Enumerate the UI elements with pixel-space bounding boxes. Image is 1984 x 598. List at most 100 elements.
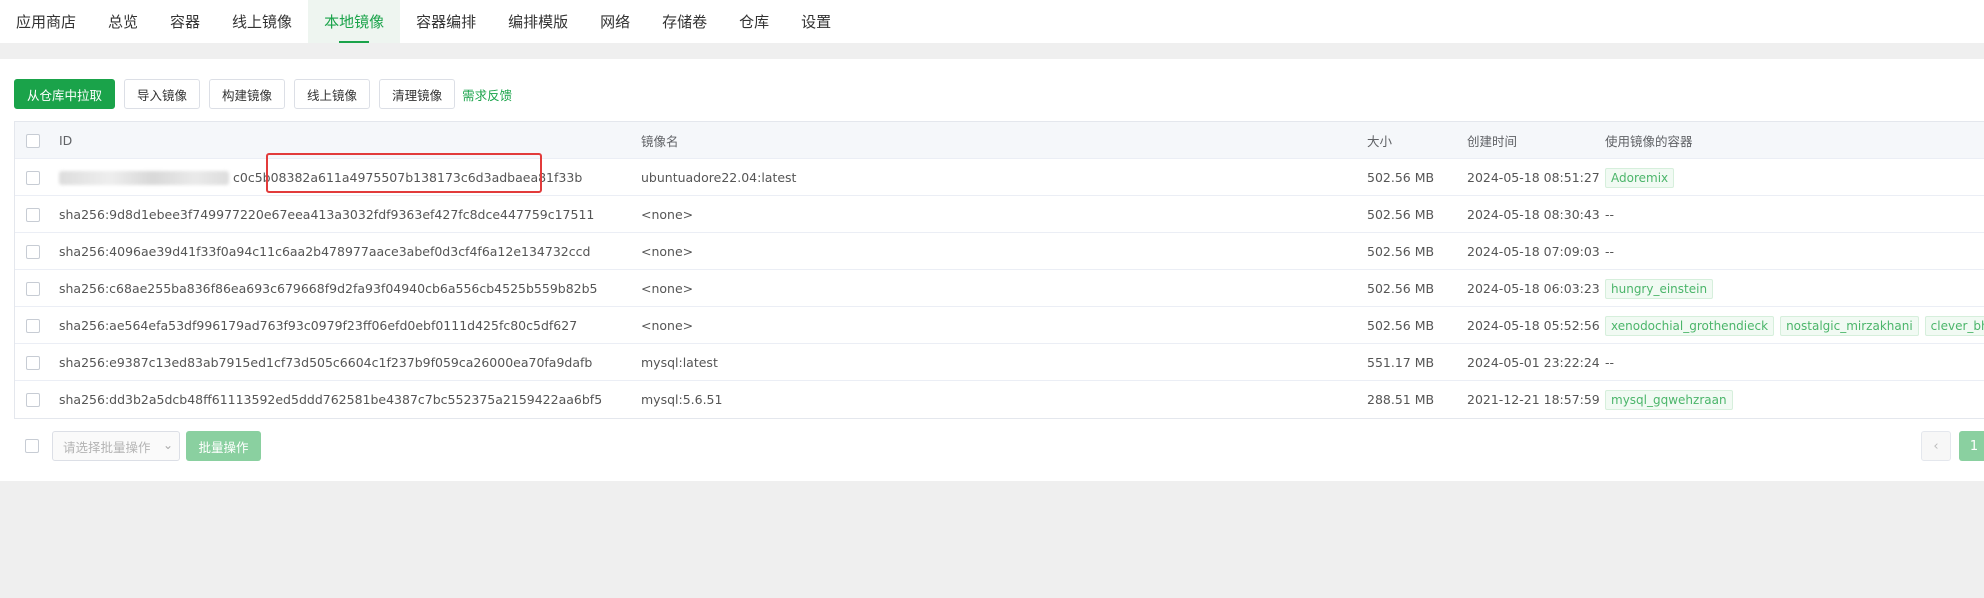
container-tag[interactable]: clever_bhaskara [1924, 315, 1984, 336]
top-nav: 应用商店 总览 容器 线上镜像 本地镜像 容器编排 编排模版 网络 存储卷 仓库 设置 [0, 0, 1984, 43]
image-name: ubuntuadore22.04:latest [641, 170, 797, 185]
image-containers: xenodochial_grothendieck nostalgic_mirzak… [1605, 307, 1984, 344]
tab-10[interactable]: 设置 [785, 0, 847, 43]
image-containers: hungry_einstein [1605, 270, 1714, 307]
batch-action-button[interactable]: 批量操作 [186, 431, 261, 461]
image-containers: -- [1605, 344, 1614, 381]
row-checkbox[interactable] [26, 207, 40, 222]
image-containers: -- [1605, 196, 1614, 233]
batch-action-select[interactable]: 请选择批量操作 ⌄ [52, 431, 180, 461]
image-id: sha256:dd3b2a5dcb48ff61113592ed5ddd76258… [59, 381, 602, 418]
page-1-button[interactable]: 1 [1959, 431, 1984, 461]
image-size: 551.17 MB [1367, 355, 1435, 370]
image-id: sha256:c68ae255ba836f86ea693c679668f9d2f… [59, 270, 598, 307]
chevron-down-icon: ⌄ [162, 438, 173, 452]
batch-action-placeholder: 请选择批量操作 [63, 439, 151, 455]
row-checkbox[interactable] [26, 355, 40, 370]
image-created: 2024-05-18 05:52:56 [1467, 318, 1600, 333]
table-row: sha256:dd3b2a5dcb48ff61113592ed5ddd76258… [15, 381, 1984, 418]
no-container-text: -- [1605, 355, 1615, 370]
image-size: 288.51 MB [1367, 392, 1435, 407]
table-row: sha256:4096ae39d41f33f0a94c11c6aa2b47897… [15, 233, 1984, 270]
row-checkbox[interactable] [26, 170, 40, 185]
tab-7[interactable]: 网络 [584, 0, 646, 43]
build-image-button[interactable]: 构建镜像 [209, 79, 286, 109]
table-row: sha256:ae564efa53df996179ad763f93c0979f2… [15, 307, 1984, 344]
image-created: 2024-05-18 08:51:27 [1467, 170, 1600, 185]
image-id-text: sha256:e9387c13ed83ab7915ed1cf73d505c660… [59, 355, 593, 370]
image-size: 502.56 MB [1367, 207, 1435, 222]
clean-images-button[interactable]: 清理镜像 [379, 79, 456, 109]
tab-8[interactable]: 存储卷 [646, 0, 723, 43]
image-id: sha256:9d8d1ebee3f749977220e67eea413a303… [59, 196, 594, 233]
image-size: 502.56 MB [1367, 318, 1435, 333]
tab-0[interactable]: 应用商店 [0, 0, 92, 43]
image-name: mysql:5.6.51 [641, 392, 723, 407]
image-containers: mysql_gqwehzraan [1605, 381, 1733, 418]
pull-from-registry-button[interactable]: 从仓库中拉取 [14, 79, 116, 109]
online-image-button[interactable]: 线上镜像 [294, 79, 371, 109]
toolbar: 从仓库中拉取 导入镜像 构建镜像 线上镜像 清理镜像 需求反馈 [14, 79, 512, 109]
tab-3[interactable]: 线上镜像 [216, 0, 308, 43]
image-name: <none> [641, 281, 694, 296]
table-row: sha256:9d8d1ebee3f749977220e67eea413a303… [15, 196, 1984, 233]
no-container-text: -- [1605, 207, 1615, 222]
image-id-text: sha256:9d8d1ebee3f749977220e67eea413a303… [59, 207, 595, 222]
tab-6[interactable]: 编排模版 [492, 0, 584, 43]
chevron-left-icon[interactable]: ‹ [1921, 431, 1951, 461]
image-containers: -- [1605, 233, 1614, 270]
image-id: sha256:e9387c13ed83ab7915ed1cf73d505c660… [59, 344, 592, 381]
header-containers: 使用镜像的容器 [1605, 134, 1693, 149]
image-created: 2024-05-18 06:03:23 [1467, 281, 1600, 296]
image-size: 502.56 MB [1367, 281, 1435, 296]
image-name: <none> [641, 318, 694, 333]
image-created: 2024-05-18 08:30:43 [1467, 207, 1600, 222]
row-checkbox[interactable] [26, 244, 40, 259]
header-size: 大小 [1367, 134, 1393, 149]
header-id: ID [59, 133, 73, 148]
table-row: sha256:c68ae255ba836f86ea693c679668f9d2f… [15, 270, 1984, 307]
header-name: 镜像名 [641, 134, 679, 149]
images-table: ID 镜像名 大小 创建时间 使用镜像的容器 c0c5b08382a611a49… [14, 121, 1984, 419]
container-tag[interactable]: hungry_einstein [1605, 278, 1714, 299]
tab-5[interactable]: 容器编排 [400, 0, 492, 43]
row-checkbox[interactable] [26, 281, 40, 296]
image-name: mysql:latest [641, 355, 718, 370]
redacted-mask [59, 170, 229, 185]
tab-1[interactable]: 总览 [92, 0, 154, 43]
row-checkbox[interactable] [26, 318, 40, 333]
table-row: c0c5b08382a611a4975507b138173c6d3adbaea8… [15, 159, 1984, 196]
image-name: <none> [641, 207, 694, 222]
image-created: 2024-05-18 07:09:03 [1467, 244, 1600, 259]
no-container-text: -- [1605, 244, 1615, 259]
select-all-checkbox[interactable] [26, 133, 40, 148]
tab-9[interactable]: 仓库 [723, 0, 785, 43]
image-created: 2021-12-21 18:57:59 [1467, 392, 1600, 407]
tab-2[interactable]: 容器 [154, 0, 216, 43]
image-id-text: sha256:c68ae255ba836f86ea693c679668f9d2f… [59, 281, 598, 296]
tab-4[interactable]: 本地镜像 [308, 0, 401, 43]
container-tag[interactable]: Adoremix [1605, 167, 1675, 188]
import-image-button[interactable]: 导入镜像 [124, 79, 201, 109]
image-id-text: sha256:dd3b2a5dcb48ff61113592ed5ddd76258… [59, 392, 603, 407]
table-header: ID 镜像名 大小 创建时间 使用镜像的容器 [15, 122, 1984, 159]
container-tag[interactable]: mysql_gqwehzraan [1605, 389, 1733, 410]
header-created: 创建时间 [1467, 134, 1518, 149]
image-size: 502.56 MB [1367, 244, 1435, 259]
image-id-text: c0c5b08382a611a4975507b138173c6d3adbaea8… [233, 170, 583, 185]
image-created: 2024-05-01 23:22:24 [1467, 355, 1600, 370]
image-id-text: sha256:ae564efa53df996179ad763f93c0979f2… [59, 318, 578, 333]
table-row: sha256:e9387c13ed83ab7915ed1cf73d505c660… [15, 344, 1984, 381]
image-size: 502.56 MB [1367, 170, 1435, 185]
row-checkbox[interactable] [26, 392, 40, 407]
image-id: sha256:ae564efa53df996179ad763f93c0979f2… [59, 307, 577, 344]
main-panel: 从仓库中拉取 导入镜像 构建镜像 线上镜像 清理镜像 需求反馈 ID 镜像名 大… [0, 59, 1984, 481]
footer-select-all-checkbox[interactable] [25, 439, 39, 453]
container-tag[interactable]: nostalgic_mirzakhani [1780, 315, 1919, 336]
image-id: c0c5b08382a611a4975507b138173c6d3adbaea8… [59, 159, 582, 196]
image-id-text: sha256:4096ae39d41f33f0a94c11c6aa2b47897… [59, 244, 591, 259]
image-name: <none> [641, 244, 694, 259]
feedback-link[interactable]: 需求反馈 [462, 85, 512, 104]
container-tag[interactable]: xenodochial_grothendieck [1605, 315, 1775, 336]
image-id: sha256:4096ae39d41f33f0a94c11c6aa2b47897… [59, 233, 590, 270]
